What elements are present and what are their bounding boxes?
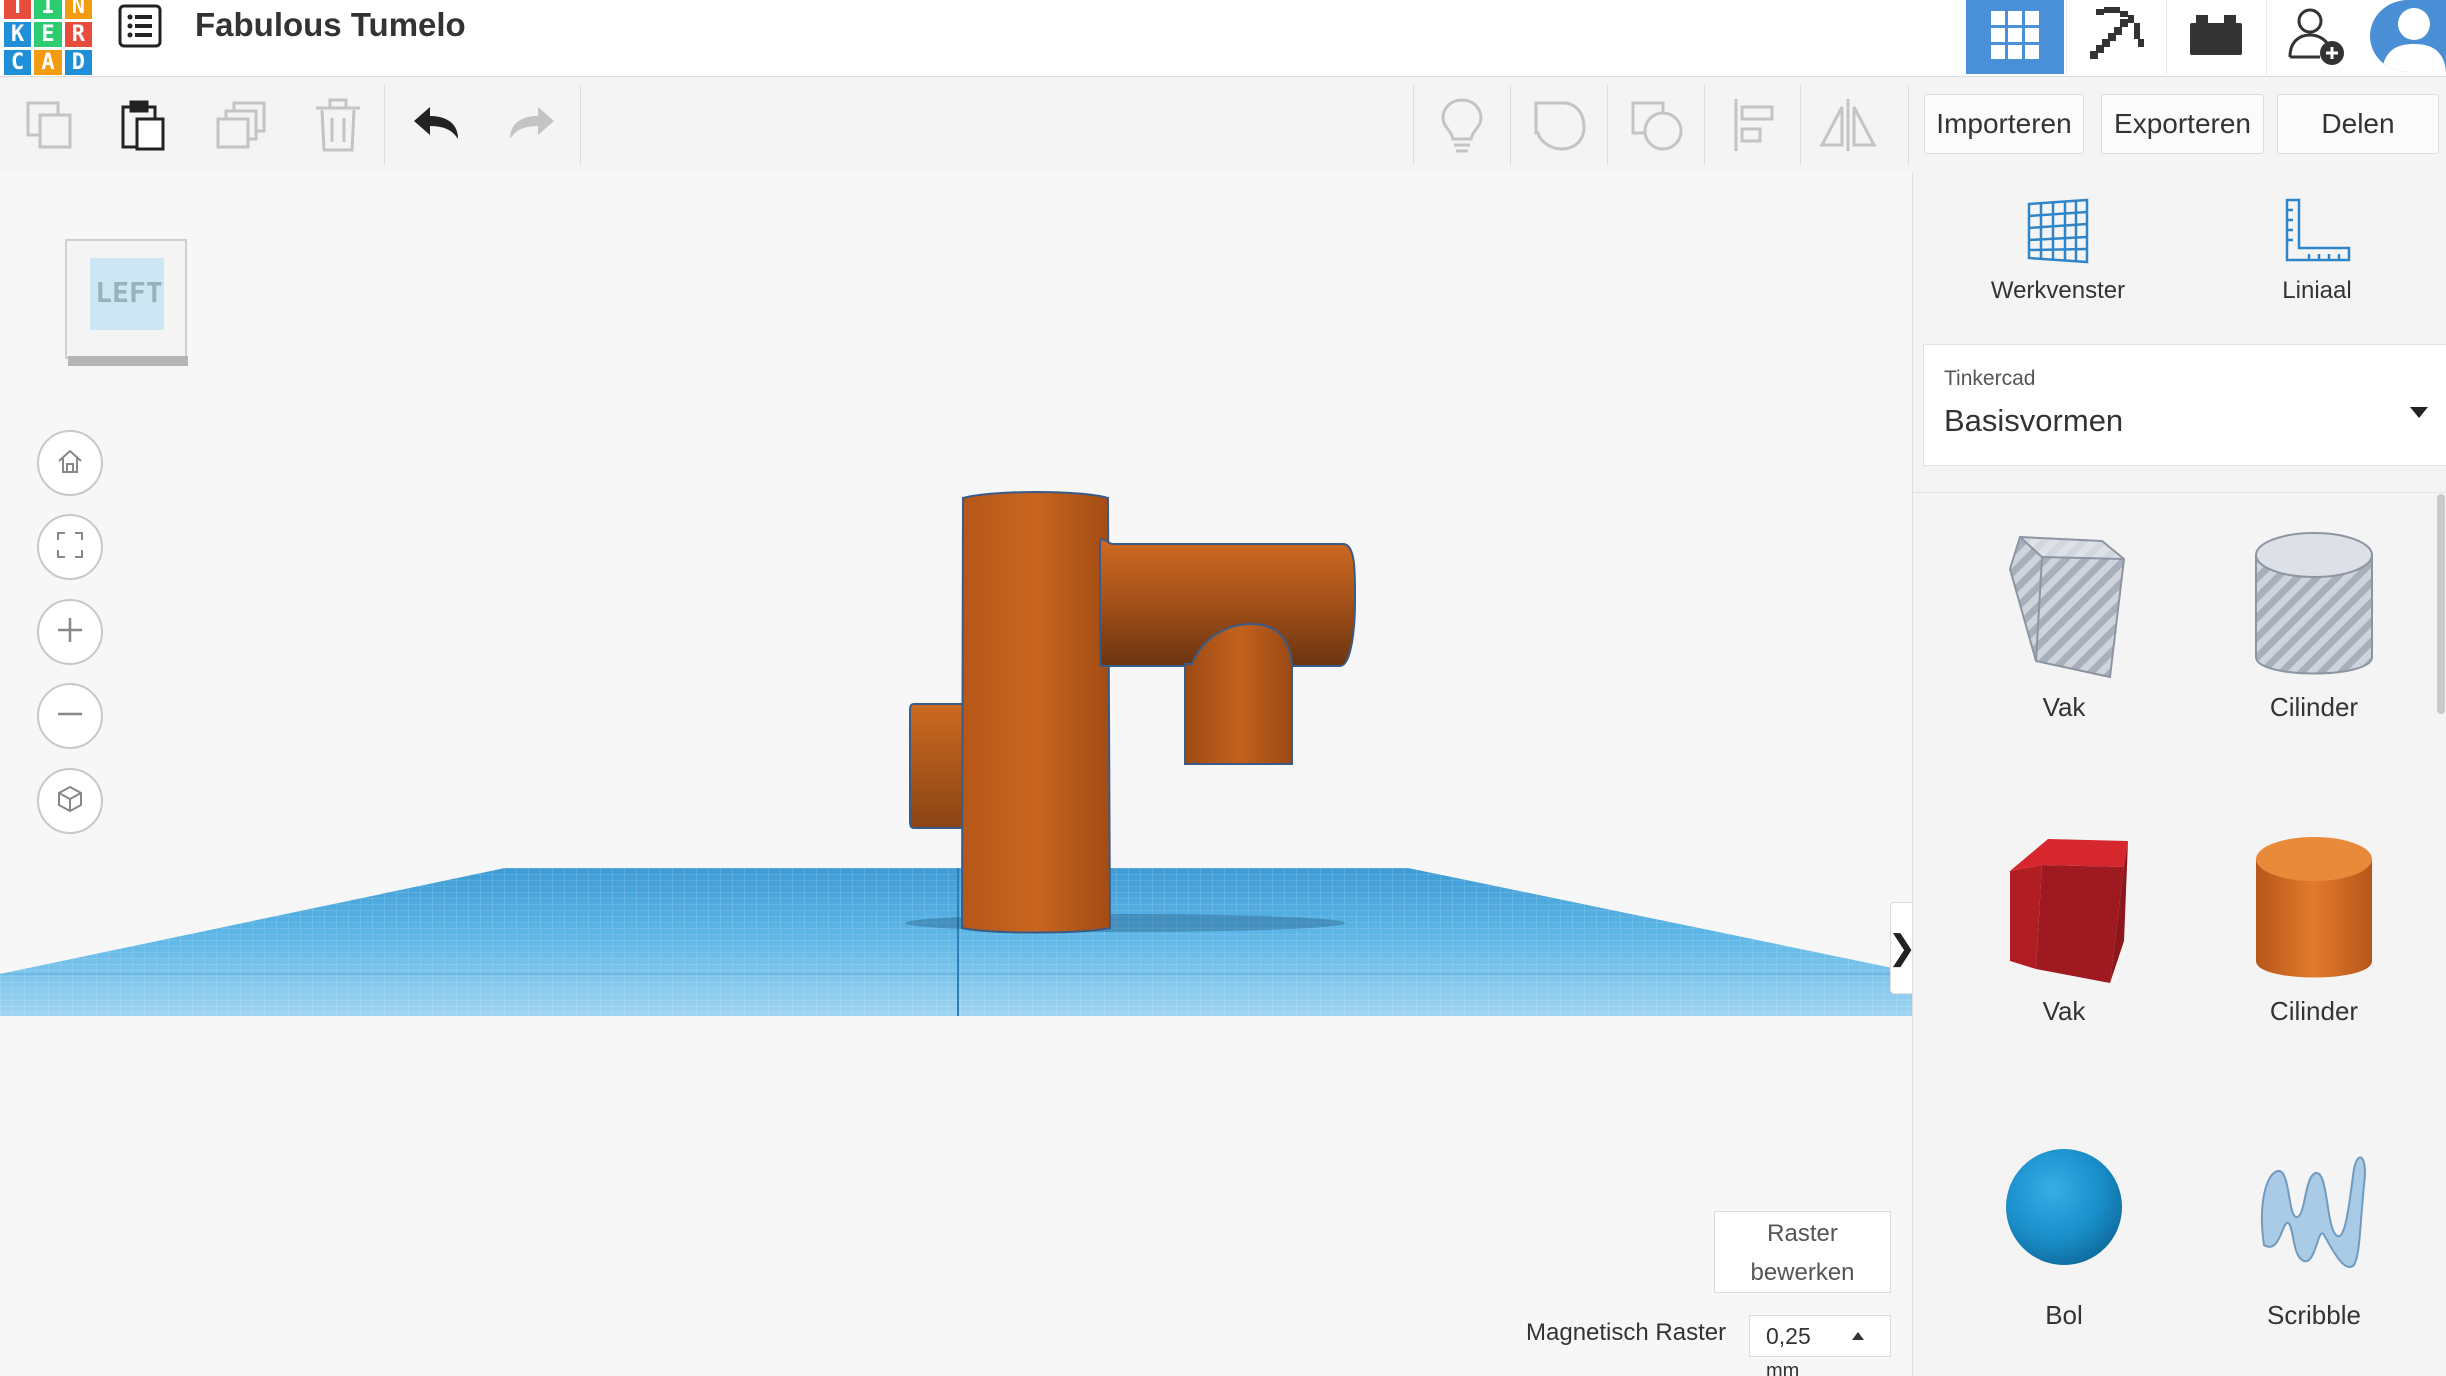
shape-item[interactable]: Vak	[1964, 821, 2164, 1027]
grid-icon	[1989, 9, 2041, 66]
shape-item[interactable]: Cilinder	[2214, 821, 2414, 1027]
3d-viewport[interactable]: LEFT Raster bewerken Magnetisch Raster 0…	[0, 172, 1912, 1376]
edit-grid-button[interactable]: Raster bewerken	[1714, 1211, 1891, 1293]
zoom-in-icon	[55, 615, 85, 650]
ruler-tool[interactable]: Liniaal	[2217, 196, 2417, 305]
hole-box-icon	[1984, 535, 2144, 691]
shape-label: Cilinder	[2269, 692, 2359, 722]
home-icon	[55, 446, 85, 481]
workplane-tool[interactable]: Werkvenster	[1958, 196, 2158, 305]
list-icon[interactable]	[118, 4, 162, 48]
box-icon	[1984, 839, 2144, 995]
export-button[interactable]: Exporteren	[2101, 94, 2264, 154]
add-user-icon	[2284, 3, 2348, 72]
workplane-icon	[2023, 198, 2093, 270]
hole-cylinder-icon	[2234, 532, 2394, 691]
shape-item[interactable]: Scribble	[2214, 1125, 2414, 1331]
snap-grid-unit: mm	[1766, 1360, 1800, 1376]
ruler-label: Liniaal	[2282, 277, 2352, 304]
redo-icon[interactable]	[502, 95, 562, 155]
snap-grid-select[interactable]: 0,25	[1749, 1315, 1891, 1357]
align-icon[interactable]	[1724, 95, 1784, 155]
panel-scrollbar[interactable]	[2437, 494, 2445, 714]
undo-icon[interactable]	[406, 95, 466, 155]
pickaxe-icon	[2086, 5, 2146, 70]
ruler-icon	[2281, 198, 2353, 270]
shape-label: Vak	[2042, 692, 2086, 722]
logo-letter: I	[34, 0, 62, 19]
chevron-right-icon: ❯	[1888, 928, 1912, 968]
ortho-icon	[55, 784, 85, 819]
shape-label: Scribble	[2267, 1300, 2361, 1330]
logo-letter: D	[64, 50, 92, 75]
logo-letter: C	[4, 50, 32, 75]
library-name: Basisvormen	[1944, 403, 2124, 438]
top-header: T I N K E R C A D Fabulous Tumelo	[0, 0, 2446, 77]
copy-icon[interactable]	[20, 95, 80, 155]
workplane-label: Werkvenster	[1990, 277, 2126, 304]
bricks-view-button[interactable]	[2166, 0, 2265, 74]
shape-library-select[interactable]: Tinkercad Basisvormen	[1923, 344, 2446, 466]
fit-view-icon	[55, 530, 85, 565]
fit-view-button[interactable]	[37, 514, 103, 580]
orange-pipe-object[interactable]	[909, 491, 1357, 934]
ortho-toggle-button[interactable]	[37, 768, 103, 834]
bricks-icon	[2188, 13, 2244, 62]
shape-item[interactable]: Cilinder	[2214, 517, 2414, 723]
caret-down-icon	[2410, 407, 2428, 418]
edit-toolbar: Importeren Exporteren Delen	[0, 77, 2446, 173]
sphere-icon	[1984, 1149, 2144, 1299]
shape-label: Cilinder	[2269, 996, 2359, 1026]
design-title[interactable]: Fabulous Tumelo	[195, 6, 466, 44]
import-button[interactable]: Importeren	[1924, 94, 2084, 154]
shape-label: Vak	[2042, 996, 2086, 1026]
snap-grid-label: Magnetisch Raster	[1526, 1319, 1727, 1346]
duplicate-icon[interactable]	[212, 95, 272, 155]
zoom-out-icon	[55, 699, 85, 734]
logo-letter: E	[34, 22, 62, 47]
shapes-panel: Werkvenster Liniaal Tinkercad Basisvorme…	[1912, 172, 2446, 1376]
logo-letter: N	[64, 0, 92, 19]
view-cube[interactable]: LEFT	[64, 238, 190, 370]
logo-letter: T	[4, 0, 32, 19]
workplane[interactable]	[0, 868, 1912, 1016]
shape-label: Bol	[2045, 1300, 2083, 1330]
logo-letter: R	[64, 22, 92, 47]
zoom-in-button[interactable]	[37, 599, 103, 665]
lightbulb-icon[interactable]	[1432, 95, 1492, 155]
zoom-out-button[interactable]	[37, 683, 103, 749]
invite-user-button[interactable]	[2266, 0, 2365, 74]
scene-canvas[interactable]	[0, 172, 1912, 1376]
shape-item[interactable]: Bol	[1964, 1125, 2164, 1331]
cylinder-icon	[2234, 837, 2394, 995]
logo-letter: A	[34, 50, 62, 75]
delete-icon[interactable]	[308, 95, 368, 155]
group-icon[interactable]	[1530, 95, 1590, 155]
caret-up-icon[interactable]	[1852, 1332, 1864, 1340]
paste-icon[interactable]	[113, 95, 173, 155]
3d-view-button[interactable]	[1966, 0, 2064, 74]
home-view-button[interactable]	[37, 430, 103, 496]
scribble-icon	[2234, 1156, 2394, 1299]
library-provider: Tinkercad	[1944, 367, 2036, 390]
view-cube-face-label: LEFT	[95, 276, 163, 309]
share-button[interactable]: Delen	[2277, 94, 2439, 154]
mirror-icon[interactable]	[1818, 95, 1878, 155]
shape-item[interactable]: Vak	[1964, 517, 2164, 723]
user-avatar[interactable]	[2370, 0, 2446, 72]
logo-letter: K	[4, 22, 32, 47]
minecraft-view-button[interactable]	[2066, 0, 2165, 74]
tinkercad-logo[interactable]: T I N K E R C A D	[4, 0, 92, 75]
ungroup-icon[interactable]	[1627, 95, 1687, 155]
shape-grid: Vak Cilinder Vak Cilinder Bol Scribble	[1913, 492, 2446, 1376]
panel-collapse-button[interactable]: ❯	[1888, 902, 1912, 994]
